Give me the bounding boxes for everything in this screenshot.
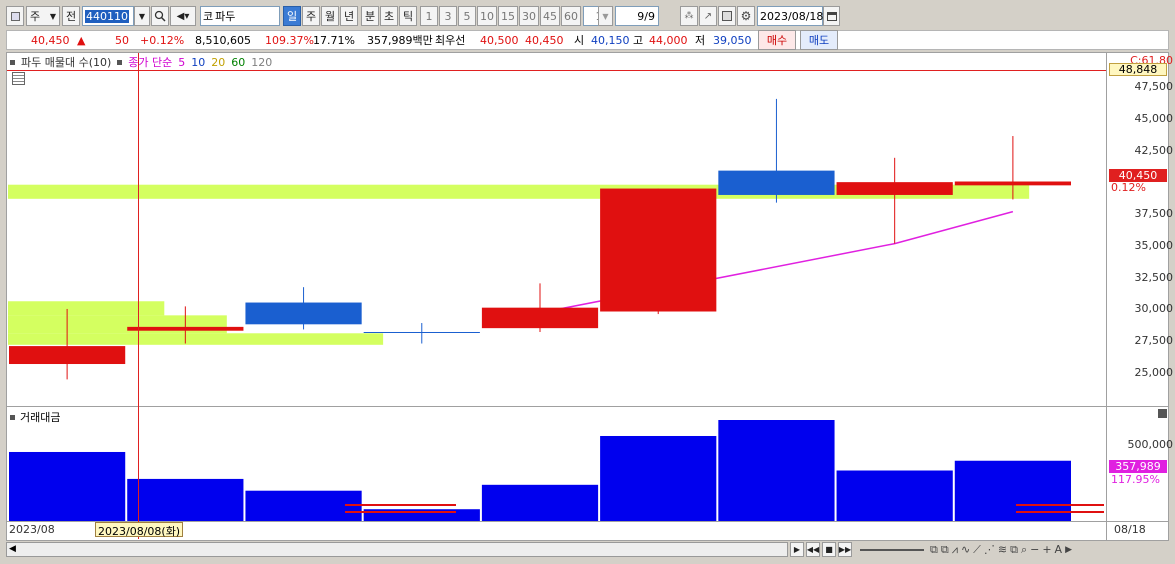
volume-profile-bar <box>8 333 384 345</box>
price-axis-divider <box>1106 52 1107 541</box>
amount-bar <box>836 470 953 521</box>
ma120-legend[interactable]: 120 <box>251 56 272 69</box>
y-label: 37,500 <box>1134 207 1174 220</box>
legend-square-icon <box>117 59 123 65</box>
copy-icon[interactable]: ⧉ <box>930 543 938 557</box>
x-start-label: 2023/08 <box>9 523 55 536</box>
volume-legend: 거래대금 <box>10 409 60 425</box>
fib-tool-icon[interactable]: ≋ <box>998 543 1007 556</box>
forward-icon: ▶▶ <box>838 545 852 554</box>
amount-bar <box>363 509 480 521</box>
y-label: 25,000 <box>1134 366 1174 379</box>
panel-divider <box>6 406 1169 407</box>
y-label: 27,500 <box>1134 334 1174 347</box>
ma5-legend[interactable]: 5 <box>178 56 185 69</box>
candle-body <box>836 182 953 195</box>
amount-bar <box>127 478 244 521</box>
x-cursor-label: 2023/08/08(화) <box>95 522 184 538</box>
volume-y-label: 500,000 <box>1127 438 1174 451</box>
price-legend: 파두 매물대 수(10) 종가 단순 5 10 20 60 120 <box>10 54 272 70</box>
legend-square-icon <box>10 59 15 65</box>
y-label: 30,000 <box>1134 302 1174 315</box>
candle-body <box>9 346 126 365</box>
rewind-icon: ◀◀ <box>806 545 820 554</box>
legend-square-icon <box>10 414 15 420</box>
playback-controls: ▶ ◀◀ ■ ▶▶ <box>790 542 852 557</box>
amount-bar <box>718 420 835 521</box>
candle-body <box>481 307 599 329</box>
scroll-right-icon[interactable]: ▶ <box>1065 545 1072 555</box>
drawing-tools: ⧉ ⧉ ⩘ ∿ ⟋ ⋰ ≋ ⧉ ⌕ − + A ▶ <box>930 542 1072 557</box>
stop-button[interactable]: ■ <box>822 542 836 557</box>
play-button[interactable]: ▶ <box>790 542 804 557</box>
profile-legend: 파두 매물대 수(10) <box>21 56 112 69</box>
ma10-legend[interactable]: 10 <box>191 56 205 69</box>
candle-body <box>245 302 362 325</box>
zoom-slider[interactable] <box>860 549 924 551</box>
forward-button[interactable]: ▶▶ <box>838 542 852 557</box>
y-label: 35,000 <box>1134 239 1174 252</box>
candle-body <box>954 181 1071 186</box>
ma60-legend[interactable]: 60 <box>231 56 245 69</box>
y-label: 42,500 <box>1134 144 1174 157</box>
amount-bar <box>481 484 599 521</box>
scroll-left-icon[interactable]: ◀ <box>9 544 16 554</box>
candle-body <box>363 331 480 333</box>
ma20-legend[interactable]: 20 <box>211 56 225 69</box>
box-tool-icon[interactable]: ⧉ <box>1010 543 1018 557</box>
volume-profile-bar <box>8 301 165 316</box>
x-end-label: 08/18 <box>1114 523 1146 536</box>
rewind-button[interactable]: ◀◀ <box>806 542 820 557</box>
candle-body <box>127 326 244 331</box>
y-label: 32,500 <box>1134 271 1174 284</box>
y-label: 45,000 <box>1134 112 1174 125</box>
zoom-in-icon[interactable]: + <box>1042 543 1051 556</box>
trend-tool-icon[interactable]: ⟋ <box>973 543 981 557</box>
change-pct-tag: 0.12% <box>1111 181 1146 194</box>
fan-tool-icon[interactable]: ⋰ <box>984 543 995 556</box>
high-price-line <box>7 70 1106 71</box>
zoom-icon[interactable]: ⌕ <box>1021 543 1027 557</box>
grid-toggle-button[interactable] <box>12 72 25 85</box>
zoom-out-icon[interactable]: − <box>1030 543 1039 556</box>
cursor-line <box>138 53 139 539</box>
wave-tool-icon[interactable]: ∿ <box>961 543 970 556</box>
amount-bar <box>600 435 717 521</box>
volume-value-tag: 357,989 <box>1109 460 1167 473</box>
play-icon: ▶ <box>793 545 801 554</box>
volume-legend-label: 거래대금 <box>20 411 61 424</box>
high-tag: 48,848 <box>1109 63 1167 76</box>
ma-legend-label: 종가 단순 <box>128 56 173 69</box>
candle-body <box>718 170 835 195</box>
price-volume-chart[interactable] <box>0 0 1175 564</box>
paste-icon[interactable]: ⧉ <box>941 543 949 557</box>
amount-bar <box>9 451 126 521</box>
panel-close-icon[interactable] <box>1158 409 1167 418</box>
y-label: 47,500 <box>1134 80 1174 93</box>
horizontal-scrollbar[interactable]: ◀ <box>6 542 788 557</box>
amount-bar <box>245 490 362 521</box>
line-tool-icon[interactable]: ⩘ <box>952 543 958 557</box>
text-tool-icon[interactable]: A <box>1055 543 1063 556</box>
candle-body <box>600 188 717 312</box>
stop-icon: ■ <box>825 545 833 554</box>
volume-pct-tag: 117.95% <box>1111 473 1160 486</box>
